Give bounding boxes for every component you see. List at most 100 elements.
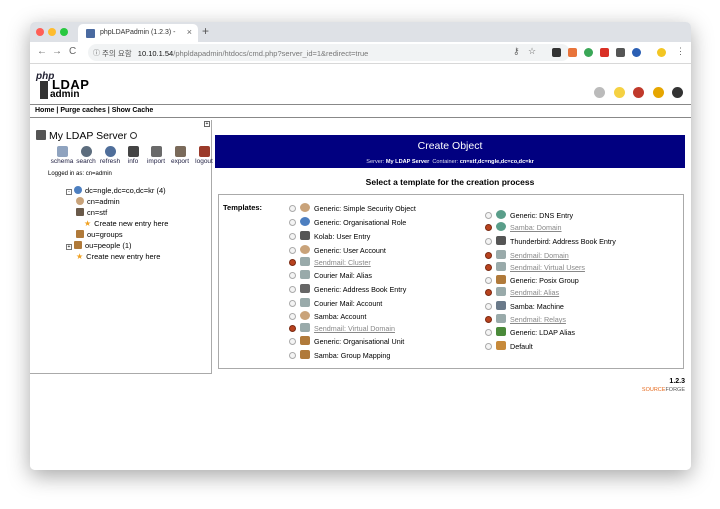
home-link[interactable]: Home bbox=[35, 107, 54, 114]
extension-icon[interactable] bbox=[552, 48, 561, 57]
address-bar[interactable]: ⓘ 주의 요함 10.10.1.54/phpldapadmin/htdocs/c… bbox=[88, 44, 570, 61]
url-path: /phpldapadmin/htdocs/cmd.php?server_id=1… bbox=[173, 49, 369, 58]
radio-button[interactable] bbox=[289, 219, 296, 226]
radio-button[interactable] bbox=[289, 247, 296, 254]
template-option[interactable]: Kolab: User Entry bbox=[289, 231, 370, 242]
template-option[interactable]: Thunderbird: Address Book Entry bbox=[485, 236, 616, 247]
template-option[interactable]: Generic: Simple Security Object bbox=[289, 203, 416, 214]
radio-button[interactable] bbox=[289, 352, 296, 359]
minimize-window-button[interactable] bbox=[48, 28, 56, 36]
extension-icon[interactable] bbox=[584, 48, 593, 57]
template-option[interactable]: Default bbox=[485, 341, 533, 352]
template-option[interactable]: Generic: User Account bbox=[289, 245, 386, 256]
template-option[interactable]: Samba: Group Mapping bbox=[289, 350, 390, 361]
tree-item-cn-admin[interactable]: cn=admin bbox=[76, 197, 120, 208]
extension-icon[interactable] bbox=[568, 48, 577, 57]
user-icon bbox=[300, 245, 310, 254]
back-button[interactable]: ← bbox=[37, 46, 47, 57]
create-entry-link[interactable]: ★ Create new entry here bbox=[76, 252, 160, 263]
bookmark-star-icon[interactable]: ☆ bbox=[528, 46, 536, 57]
template-option[interactable]: Samba: Account bbox=[289, 311, 366, 322]
template-option[interactable]: Courier Mail: Account bbox=[289, 298, 382, 309]
import-icon bbox=[150, 146, 162, 157]
templates-box: Templates: Generic: Simple Security Obje… bbox=[218, 194, 684, 369]
template-option[interactable]: Generic: DNS Entry bbox=[485, 210, 573, 221]
logout-action[interactable]: logout bbox=[190, 146, 218, 165]
create-entry-link[interactable]: ★ Create new entry here bbox=[84, 219, 168, 230]
radio-button[interactable] bbox=[289, 205, 296, 212]
lightbulb-icon[interactable] bbox=[613, 87, 625, 98]
version-label: 1.2.3 bbox=[669, 378, 685, 385]
key-icon[interactable]: ⚷ bbox=[513, 46, 520, 57]
template-option[interactable]: Generic: LDAP Alias bbox=[485, 327, 575, 338]
radio-button[interactable] bbox=[485, 343, 492, 350]
help-icon[interactable] bbox=[594, 87, 606, 98]
schema-icon bbox=[56, 146, 68, 157]
sourceforge-logo[interactable]: SOURCEFORGE bbox=[642, 387, 685, 393]
dns-icon bbox=[496, 210, 506, 219]
tree-item-cn-stf[interactable]: cn=stf bbox=[76, 208, 107, 219]
mail-icon bbox=[300, 270, 310, 279]
user-icon bbox=[76, 197, 84, 205]
select-template-title: Select a template for the creation proce… bbox=[365, 177, 535, 187]
radio-button[interactable] bbox=[485, 238, 492, 245]
tree-item-ou-groups[interactable]: ou=groups bbox=[76, 230, 123, 241]
group-icon bbox=[300, 336, 310, 345]
radio-button[interactable] bbox=[289, 272, 296, 279]
logged-in-as: Logged in as: cn=admin bbox=[48, 171, 112, 177]
donate-icon[interactable] bbox=[672, 87, 683, 98]
template-option[interactable]: Generic: Organisational Role bbox=[289, 217, 406, 228]
extension-icon[interactable] bbox=[632, 48, 641, 57]
mail-icon bbox=[300, 298, 310, 307]
page-content: php LDAP admin Home | Purge caches | Sho… bbox=[30, 65, 691, 470]
mail-icon bbox=[496, 262, 506, 271]
favicon-icon bbox=[86, 29, 95, 38]
server-title: My LDAP Server bbox=[36, 130, 137, 142]
default-icon bbox=[496, 341, 506, 350]
bug-icon[interactable] bbox=[633, 87, 645, 98]
template-option[interactable]: Courier Mail: Alias bbox=[289, 270, 372, 281]
radio-button[interactable] bbox=[289, 286, 296, 293]
menu-dots-icon[interactable]: ⋮ bbox=[676, 46, 685, 57]
tab-close-icon[interactable]: × bbox=[187, 27, 192, 37]
template-option[interactable]: Generic: Organisational Unit bbox=[289, 336, 404, 347]
create-object-panel: Create Object Server: My LDAP Server Con… bbox=[215, 135, 687, 372]
browser-tab[interactable]: phpLDAPadmin (1.2.3) - × bbox=[78, 24, 198, 42]
new-tab-button[interactable]: + bbox=[202, 24, 209, 38]
radio-button[interactable] bbox=[289, 338, 296, 345]
template-option: Sendmail: Alias bbox=[485, 287, 559, 298]
tree-root[interactable]: - dc=ngle,dc=co,dc=kr (4) bbox=[66, 186, 166, 197]
disabled-radio bbox=[485, 252, 492, 259]
computer-icon bbox=[496, 301, 506, 310]
profile-avatar[interactable] bbox=[657, 48, 666, 57]
disabled-radio bbox=[485, 289, 492, 296]
close-window-button[interactable] bbox=[36, 28, 44, 36]
top-icons bbox=[590, 85, 683, 98]
show-cache-link[interactable]: Show Cache bbox=[112, 107, 154, 114]
extension-icon[interactable] bbox=[600, 48, 609, 57]
template-option[interactable]: Samba: Machine bbox=[485, 301, 564, 312]
radio-button[interactable] bbox=[485, 303, 492, 310]
browser-window: phpLDAPadmin (1.2.3) - × + ← → C ⓘ 주의 요함… bbox=[30, 22, 691, 470]
disabled-radio bbox=[289, 259, 296, 266]
smiley-icon[interactable] bbox=[652, 87, 664, 98]
radio-button[interactable] bbox=[485, 212, 492, 219]
radio-button[interactable] bbox=[485, 277, 492, 284]
template-option[interactable]: Generic: Address Book Entry bbox=[289, 284, 406, 295]
reload-button[interactable]: C bbox=[69, 46, 76, 57]
radio-button[interactable] bbox=[289, 233, 296, 240]
forward-button[interactable]: → bbox=[52, 46, 62, 57]
collapse-panel-button[interactable]: + bbox=[204, 121, 210, 127]
radio-button[interactable] bbox=[485, 329, 492, 336]
maximize-window-button[interactable] bbox=[60, 28, 68, 36]
extension-icon[interactable] bbox=[616, 48, 625, 57]
user-icon bbox=[300, 203, 310, 212]
radio-button[interactable] bbox=[289, 300, 296, 307]
collapse-icon[interactable]: - bbox=[66, 189, 72, 195]
radio-button[interactable] bbox=[289, 313, 296, 320]
server-actions: schema search refresh info import export… bbox=[48, 146, 213, 172]
tree-item-ou-people[interactable]: + ou=people (1) bbox=[66, 241, 132, 252]
expand-icon[interactable]: + bbox=[66, 244, 72, 250]
purge-caches-link[interactable]: Purge caches bbox=[60, 107, 106, 114]
template-option[interactable]: Generic: Posix Group bbox=[485, 275, 579, 286]
